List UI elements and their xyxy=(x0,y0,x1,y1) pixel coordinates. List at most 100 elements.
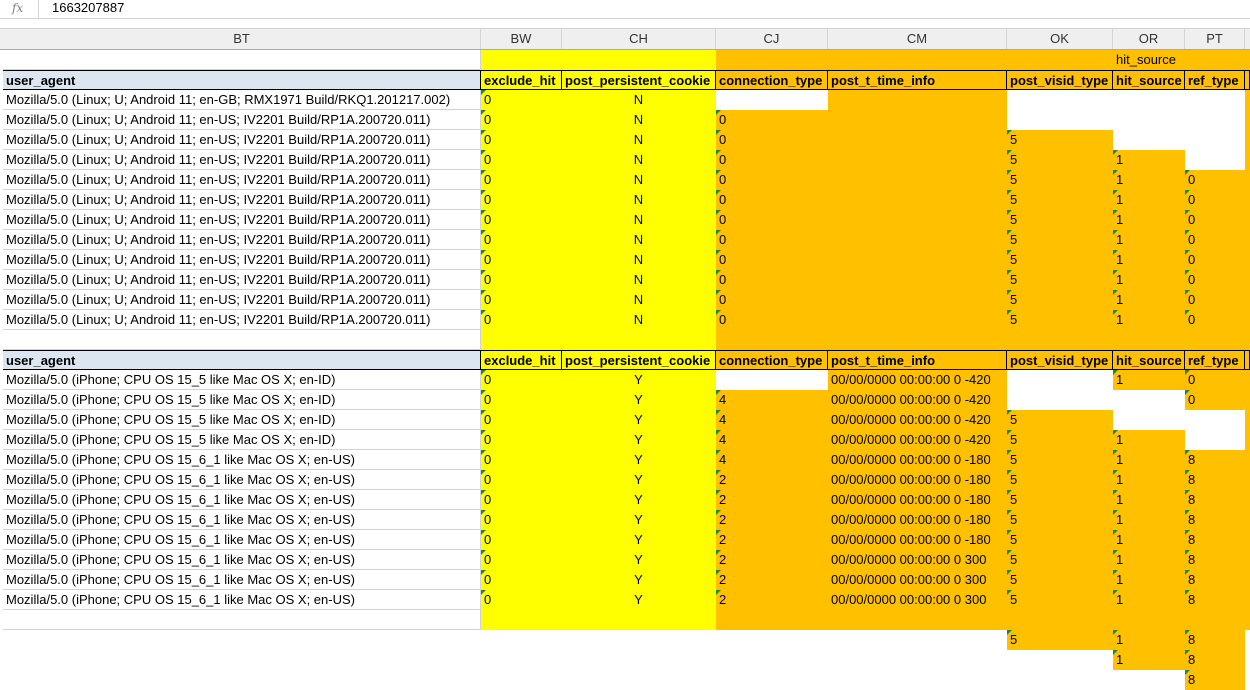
cell-post-persistent-cookie[interactable]: N xyxy=(562,310,716,330)
cell-exclude-hit[interactable]: 0 xyxy=(481,190,562,210)
cell-post-persistent-cookie[interactable]: N xyxy=(562,290,716,310)
overflow-cell[interactable] xyxy=(1245,570,1250,590)
cell-hit-source[interactable]: 1 xyxy=(1113,630,1185,650)
cell-post-t-time-info[interactable]: 00/00/0000 00:00:00 0 -180 xyxy=(828,470,1007,490)
cell-post-t-time-info[interactable]: 00/00/0000 00:00:00 0 300 xyxy=(828,590,1007,610)
cell-post-t-time-info[interactable] xyxy=(828,90,1007,110)
overflow-cell[interactable] xyxy=(1245,410,1250,430)
cell-user-agent[interactable]: Mozilla/5.0 (Linux; U; Android 11; en-US… xyxy=(3,250,481,270)
cell-user-agent[interactable]: Mozilla/5.0 (iPhone; CPU OS 15_6_1 like … xyxy=(3,510,481,530)
cell-exclude-hit[interactable]: 0 xyxy=(481,590,562,610)
cell-exclude-hit[interactable]: 0 xyxy=(481,570,562,590)
cell-user-agent[interactable]: Mozilla/5.0 (Linux; U; Android 11; en-GB… xyxy=(3,90,481,110)
cell-post-persistent-cookie[interactable]: N xyxy=(562,230,716,250)
cell-user-agent[interactable]: Mozilla/5.0 (Linux; U; Android 11; en-US… xyxy=(3,150,481,170)
cell-exclude-hit[interactable]: 0 xyxy=(481,230,562,250)
overflow-cell[interactable] xyxy=(1245,210,1250,230)
empty-cell[interactable] xyxy=(716,330,828,350)
cell-user-agent[interactable]: Mozilla/5.0 (iPhone; CPU OS 15_5 like Ma… xyxy=(3,410,481,430)
overflow-cell[interactable] xyxy=(1245,90,1250,110)
empty-cell[interactable] xyxy=(1113,330,1185,350)
cell-post-persistent-cookie[interactable]: Y xyxy=(562,550,716,570)
cell-user-agent[interactable]: Mozilla/5.0 (iPhone; CPU OS 15_6_1 like … xyxy=(3,490,481,510)
header-user-agent[interactable]: user_agent xyxy=(3,70,481,90)
header-post-persistent-cookie[interactable]: post_persistent_cookie xyxy=(562,350,716,370)
cell-post-t-time-info[interactable] xyxy=(828,210,1007,230)
overflow-cell[interactable] xyxy=(1245,370,1250,390)
empty-cell[interactable] xyxy=(1007,50,1113,70)
cell-exclude-hit[interactable]: 0 xyxy=(481,530,562,550)
cell-user-agent[interactable]: Mozilla/5.0 (iPhone; CPU OS 15_5 like Ma… xyxy=(3,430,481,450)
cell-post-t-time-info[interactable] xyxy=(828,130,1007,150)
overflow-cell[interactable] xyxy=(1245,190,1250,210)
cell-user-agent[interactable]: Mozilla/5.0 (Linux; U; Android 11; en-US… xyxy=(3,270,481,290)
cell-post-t-time-info[interactable] xyxy=(828,230,1007,250)
empty-cell[interactable] xyxy=(562,50,716,70)
empty-cell[interactable] xyxy=(1113,610,1185,630)
cell-post-persistent-cookie[interactable]: Y xyxy=(562,510,716,530)
cell-post-persistent-cookie[interactable]: Y xyxy=(562,530,716,550)
cell-exclude-hit[interactable]: 0 xyxy=(481,310,562,330)
hit-source-label-cell[interactable]: hit_source xyxy=(1113,50,1185,70)
overflow-cell[interactable] xyxy=(1245,290,1250,310)
cell-post-t-time-info[interactable]: 00/00/0000 00:00:00 0 -180 xyxy=(828,530,1007,550)
cell-post-persistent-cookie[interactable]: N xyxy=(562,270,716,290)
cell-exclude-hit[interactable]: 0 xyxy=(481,150,562,170)
cell-post-t-time-info[interactable]: 00/00/0000 00:00:00 0 300 xyxy=(828,550,1007,570)
cell-post-t-time-info[interactable] xyxy=(828,150,1007,170)
header-overflow-cell[interactable] xyxy=(1245,70,1250,90)
empty-cell[interactable] xyxy=(1185,330,1245,350)
column-header-ok[interactable]: OK xyxy=(1007,29,1113,49)
cell-post-t-time-info[interactable]: 00/00/0000 00:00:00 0 -180 xyxy=(828,510,1007,530)
cell-ref-type[interactable]: 8 xyxy=(1185,630,1245,650)
empty-cell[interactable] xyxy=(562,610,716,630)
header-post-visid-type[interactable]: post_visid_type xyxy=(1007,350,1113,370)
cell-post-persistent-cookie[interactable]: Y xyxy=(562,570,716,590)
header-post-persistent-cookie[interactable]: post_persistent_cookie xyxy=(562,70,716,90)
overflow-cell[interactable] xyxy=(1245,550,1250,570)
cell-user-agent[interactable]: Mozilla/5.0 (iPhone; CPU OS 15_6_1 like … xyxy=(3,550,481,570)
empty-cell[interactable] xyxy=(1007,610,1113,630)
header-user-agent[interactable]: user_agent xyxy=(3,350,481,370)
cell-post-persistent-cookie[interactable]: N xyxy=(562,210,716,230)
cell-post-t-time-info[interactable] xyxy=(828,190,1007,210)
cell-hit-source[interactable]: 1 xyxy=(1113,650,1185,670)
overflow-cell[interactable] xyxy=(1245,150,1250,170)
cell-post-persistent-cookie[interactable]: N xyxy=(562,190,716,210)
cell-post-t-time-info[interactable]: 00/00/0000 00:00:00 0 300 xyxy=(828,570,1007,590)
overflow-cell[interactable] xyxy=(1245,230,1250,250)
cell-post-persistent-cookie[interactable]: Y xyxy=(562,430,716,450)
overflow-cell[interactable] xyxy=(1245,590,1250,610)
column-header-bw[interactable]: BW xyxy=(481,29,562,49)
cell-exclude-hit[interactable]: 0 xyxy=(481,110,562,130)
cell-exclude-hit[interactable]: 0 xyxy=(481,450,562,470)
cell-user-agent[interactable]: Mozilla/5.0 (iPhone; CPU OS 15_5 like Ma… xyxy=(3,370,481,390)
cell-ref-type[interactable]: 8 xyxy=(1185,670,1245,690)
empty-cell[interactable] xyxy=(716,50,828,70)
cell-exclude-hit[interactable]: 0 xyxy=(481,170,562,190)
cell-post-persistent-cookie[interactable]: Y xyxy=(562,410,716,430)
cell-post-persistent-cookie[interactable]: N xyxy=(562,130,716,150)
cell-user-agent[interactable]: Mozilla/5.0 (Linux; U; Android 11; en-US… xyxy=(3,170,481,190)
cell-user-agent[interactable]: Mozilla/5.0 (iPhone; CPU OS 15_6_1 like … xyxy=(3,530,481,550)
overflow-cell[interactable] xyxy=(1245,170,1250,190)
cell-post-t-time-info[interactable] xyxy=(828,310,1007,330)
overflow-cell[interactable] xyxy=(1245,310,1250,330)
overflow-cell[interactable] xyxy=(1245,450,1250,470)
cell-post-persistent-cookie[interactable]: N xyxy=(562,110,716,130)
cell-post-persistent-cookie[interactable]: Y xyxy=(562,450,716,470)
empty-cell[interactable] xyxy=(481,330,562,350)
cell-ref-type[interactable]: 8 xyxy=(1185,650,1245,670)
cell-post-visid-type[interactable]: 5 xyxy=(1007,630,1113,650)
cell-user-agent[interactable]: Mozilla/5.0 (iPhone; CPU OS 15_5 like Ma… xyxy=(3,390,481,410)
overflow-cell[interactable] xyxy=(1245,530,1250,550)
cell-exclude-hit[interactable]: 0 xyxy=(481,410,562,430)
cell-user-agent[interactable]: Mozilla/5.0 (Linux; U; Android 11; en-US… xyxy=(3,130,481,150)
column-header-bt[interactable]: BT xyxy=(3,29,481,49)
cell-post-persistent-cookie[interactable]: Y xyxy=(562,390,716,410)
empty-cell[interactable] xyxy=(3,330,481,350)
cell-post-persistent-cookie[interactable]: Y xyxy=(562,490,716,510)
cell-exclude-hit[interactable]: 0 xyxy=(481,290,562,310)
cell-user-agent[interactable]: Mozilla/5.0 (iPhone; CPU OS 15_6_1 like … xyxy=(3,590,481,610)
empty-cell[interactable] xyxy=(1245,610,1250,630)
